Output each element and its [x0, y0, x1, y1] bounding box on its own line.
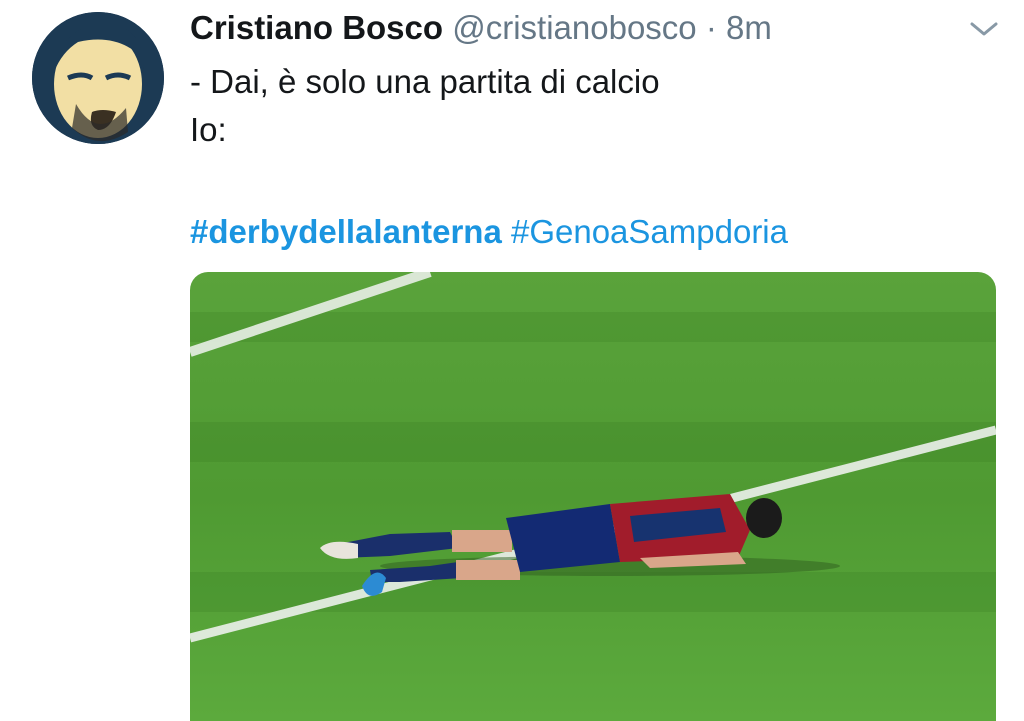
hashtag-derbydellalanterna[interactable]: #derbydellalanterna [190, 213, 502, 250]
author-name[interactable]: Cristiano Bosco [190, 9, 443, 46]
timestamp[interactable]: 8m [726, 9, 772, 46]
separator-dot: · [696, 9, 726, 46]
tweet-header: Cristiano Bosco @cristianobosco · 8m [190, 8, 772, 48]
tweet-text: - Dai, è solo una partita di calcio Io: [190, 58, 660, 154]
tweet-media-photo[interactable] [190, 272, 996, 721]
tweet-line-2: Io: [190, 111, 227, 148]
avatar-image [32, 12, 164, 144]
avatar[interactable] [32, 12, 164, 144]
hashtag-genoasampdoria[interactable]: #GenoaSampdoria [511, 213, 788, 250]
hashtags: #derbydellalanterna #GenoaSampdoria [190, 210, 788, 254]
tweet-line-1: - Dai, è solo una partita di calcio [190, 63, 660, 100]
author-handle[interactable]: @cristianobosco [452, 9, 696, 46]
photo [190, 272, 996, 721]
chevron-down-icon[interactable] [966, 14, 1002, 44]
